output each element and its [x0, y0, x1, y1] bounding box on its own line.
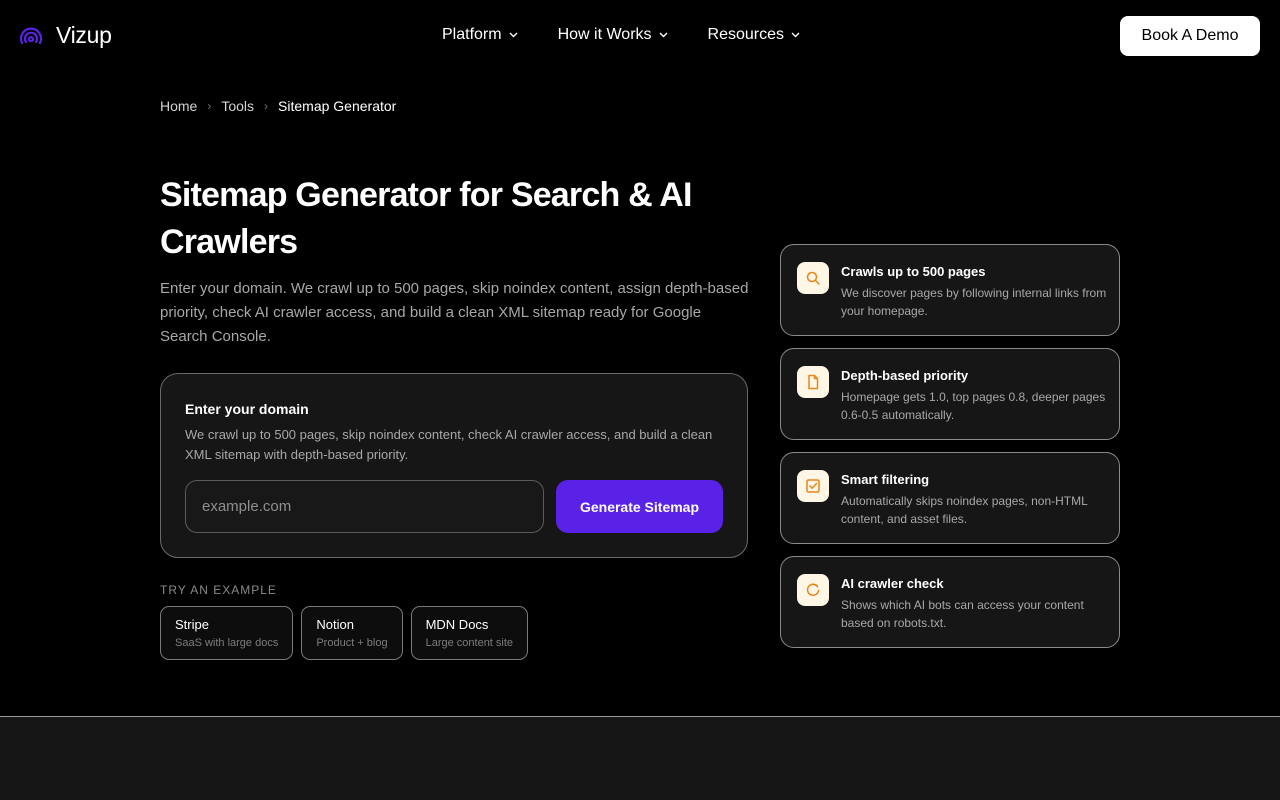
nav-label: Platform	[442, 26, 502, 43]
example-subtitle: Large content site	[425, 637, 514, 649]
breadcrumb-home[interactable]: Home	[160, 98, 197, 114]
chevron-down-icon	[509, 32, 518, 38]
site-header: Vizup Platform How it Works Resources Bo…	[0, 0, 1280, 72]
chevron-down-icon	[659, 32, 668, 38]
chevron-right-icon: ›	[264, 99, 269, 113]
example-list: Stripe SaaS with large docs Notion Produ…	[160, 606, 529, 660]
example-subtitle: SaaS with large docs	[175, 637, 279, 649]
feature-description: We discover pages by following internal …	[841, 286, 1107, 318]
main-nav: Platform How it Works Resources	[442, 26, 800, 44]
examples-label: TRY AN EXAMPLE	[160, 583, 277, 597]
brand-logo[interactable]: Vizup	[18, 22, 112, 49]
chevron-down-icon	[791, 32, 800, 38]
feature-description: Automatically skips noindex pages, non-H…	[841, 494, 1088, 526]
feature-card-crawl: Crawls up to 500 pages We discover pages…	[780, 244, 1120, 336]
document-icon	[797, 366, 829, 398]
feature-card-priority: Depth-based priority Homepage gets 1.0, …	[780, 348, 1120, 440]
feature-description: Shows which AI bots can access your cont…	[841, 598, 1084, 630]
generate-sitemap-button[interactable]: Generate Sitemap	[556, 480, 723, 533]
breadcrumb: Home › Tools › Sitemap Generator	[160, 98, 396, 114]
nav-item-how-it-works[interactable]: How it Works	[558, 26, 668, 44]
feature-description: Homepage gets 1.0, top pages 0.8, deeper…	[841, 390, 1106, 422]
nav-label: Resources	[707, 26, 784, 43]
checkbox-icon	[797, 470, 829, 502]
page-title: Sitemap Generator for Search & AI Crawle…	[160, 176, 692, 261]
next-section	[0, 717, 1280, 800]
nav-item-platform[interactable]: Platform	[442, 26, 518, 44]
brand-name: Vizup	[56, 22, 112, 48]
vizup-logo-icon	[19, 27, 43, 44]
book-demo-button[interactable]: Book A Demo	[1120, 16, 1260, 56]
chevron-right-icon: ›	[207, 99, 212, 113]
bot-icon	[797, 574, 829, 606]
example-name: Notion	[316, 617, 354, 632]
feature-title: Depth-based priority	[841, 368, 969, 383]
nav-label: How it Works	[557, 26, 652, 43]
example-chip-stripe[interactable]: Stripe SaaS with large docs	[160, 606, 294, 660]
breadcrumb-current: Sitemap Generator	[278, 98, 397, 114]
search-icon	[797, 262, 829, 294]
feature-list: Crawls up to 500 pages We discover pages…	[780, 244, 1120, 660]
domain-form-card: Enter your domain We crawl up to 500 pag…	[160, 373, 748, 558]
feature-title: Smart filtering	[841, 472, 930, 487]
form-description: We crawl up to 500 pages, skip noindex c…	[185, 427, 713, 462]
breadcrumb-tools[interactable]: Tools	[221, 98, 254, 114]
example-chip-notion[interactable]: Notion Product + blog	[301, 606, 403, 660]
feature-title: AI crawler check	[841, 576, 944, 591]
example-chip-mdn-docs[interactable]: MDN Docs Large content site	[410, 606, 529, 660]
nav-item-resources[interactable]: Resources	[708, 26, 800, 44]
example-name: Stripe	[175, 617, 209, 632]
feature-card-filtering: Smart filtering Automatically skips noin…	[780, 452, 1120, 544]
domain-input[interactable]	[185, 480, 544, 533]
example-name: MDN Docs	[425, 617, 489, 632]
form-title: Enter your domain	[185, 401, 309, 417]
page-intro: Enter your domain. We crawl up to 500 pa…	[160, 280, 749, 345]
example-subtitle: Product + blog	[316, 637, 388, 649]
feature-title: Crawls up to 500 pages	[841, 264, 986, 279]
feature-card-ai-crawler: AI crawler check Shows which AI bots can…	[780, 556, 1120, 648]
